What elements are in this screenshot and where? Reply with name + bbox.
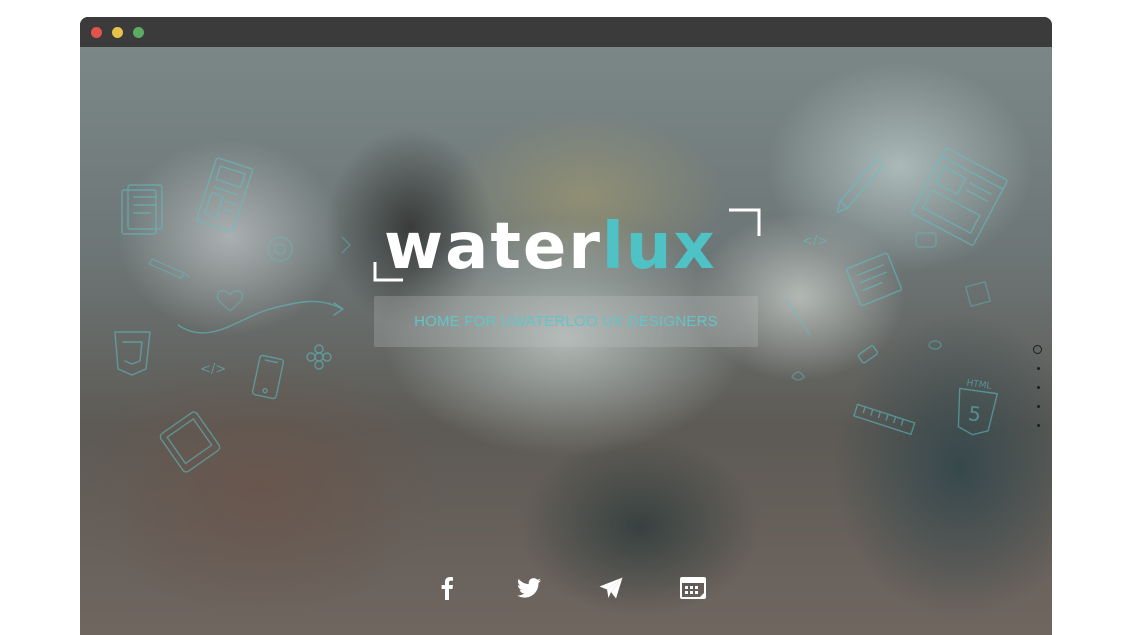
wireframe-card-icon [196, 157, 254, 233]
pagination-dot-4[interactable] [1037, 405, 1040, 408]
heart-outline-icon [216, 290, 244, 312]
notebook-icon [846, 252, 903, 307]
bracket-icon [341, 236, 351, 254]
paper-plane-icon [599, 577, 623, 599]
pagination-dot-3[interactable] [1037, 386, 1040, 389]
twitter-link[interactable] [514, 573, 544, 603]
calendar-link[interactable] [678, 573, 708, 603]
facebook-icon [441, 577, 453, 600]
section-pagination [1028, 345, 1048, 445]
sticky-note-icon [965, 281, 991, 307]
chat-bubble-icon [915, 232, 937, 248]
pencil-icon [148, 258, 190, 279]
ruler-icon [853, 403, 916, 436]
calendar-icon [680, 577, 706, 599]
site-tagline: HOME FOR UWATERLOO UX DESIGNERS [374, 296, 758, 347]
svg-text:</>: </> [802, 234, 828, 249]
facebook-link[interactable] [432, 573, 462, 603]
site-logo[interactable]: waterlux [372, 207, 762, 287]
code-tag-icon-right: </> [802, 234, 828, 249]
hero-section: </> </> HTML 5 waterlux HOME FOR UWATERL… [80, 47, 1052, 635]
svg-text:</>: </> [200, 362, 226, 377]
pagination-dot-2[interactable] [1037, 367, 1040, 370]
small-leaf-icon [791, 371, 805, 381]
html5-shield-icon: HTML 5 [957, 378, 999, 436]
svg-text:5: 5 [967, 401, 983, 427]
twitter-icon [517, 578, 541, 598]
eraser-icon [928, 340, 942, 350]
browser-wireframe-icon [911, 147, 1008, 246]
css3-shield-icon [114, 331, 151, 376]
marker-icon [857, 345, 879, 364]
minimize-window-button[interactable] [112, 27, 123, 38]
maximize-window-button[interactable] [133, 27, 144, 38]
smartphone-icon [251, 354, 285, 400]
logo-text-white: water [384, 210, 602, 284]
pagination-dot-1[interactable] [1033, 345, 1042, 354]
close-window-button[interactable] [91, 27, 102, 38]
flower-icon [306, 344, 332, 370]
document-stack-icon [121, 184, 163, 235]
logo-text-teal: lux [601, 210, 717, 284]
curved-arrow-icon [177, 300, 344, 334]
slash-line-icon [785, 298, 811, 336]
pen-icon [836, 158, 884, 214]
code-tag-icon: </> [200, 362, 226, 377]
logo-wordmark: waterlux [384, 207, 717, 287]
tablet-icon [159, 411, 221, 473]
browser-window: </> </> HTML 5 waterlux HOME FOR UWATERL… [80, 17, 1052, 635]
telegram-link[interactable] [596, 573, 626, 603]
pagination-dot-5[interactable] [1037, 424, 1040, 427]
window-titlebar [80, 17, 1052, 47]
settings-gear-icon [267, 236, 293, 262]
